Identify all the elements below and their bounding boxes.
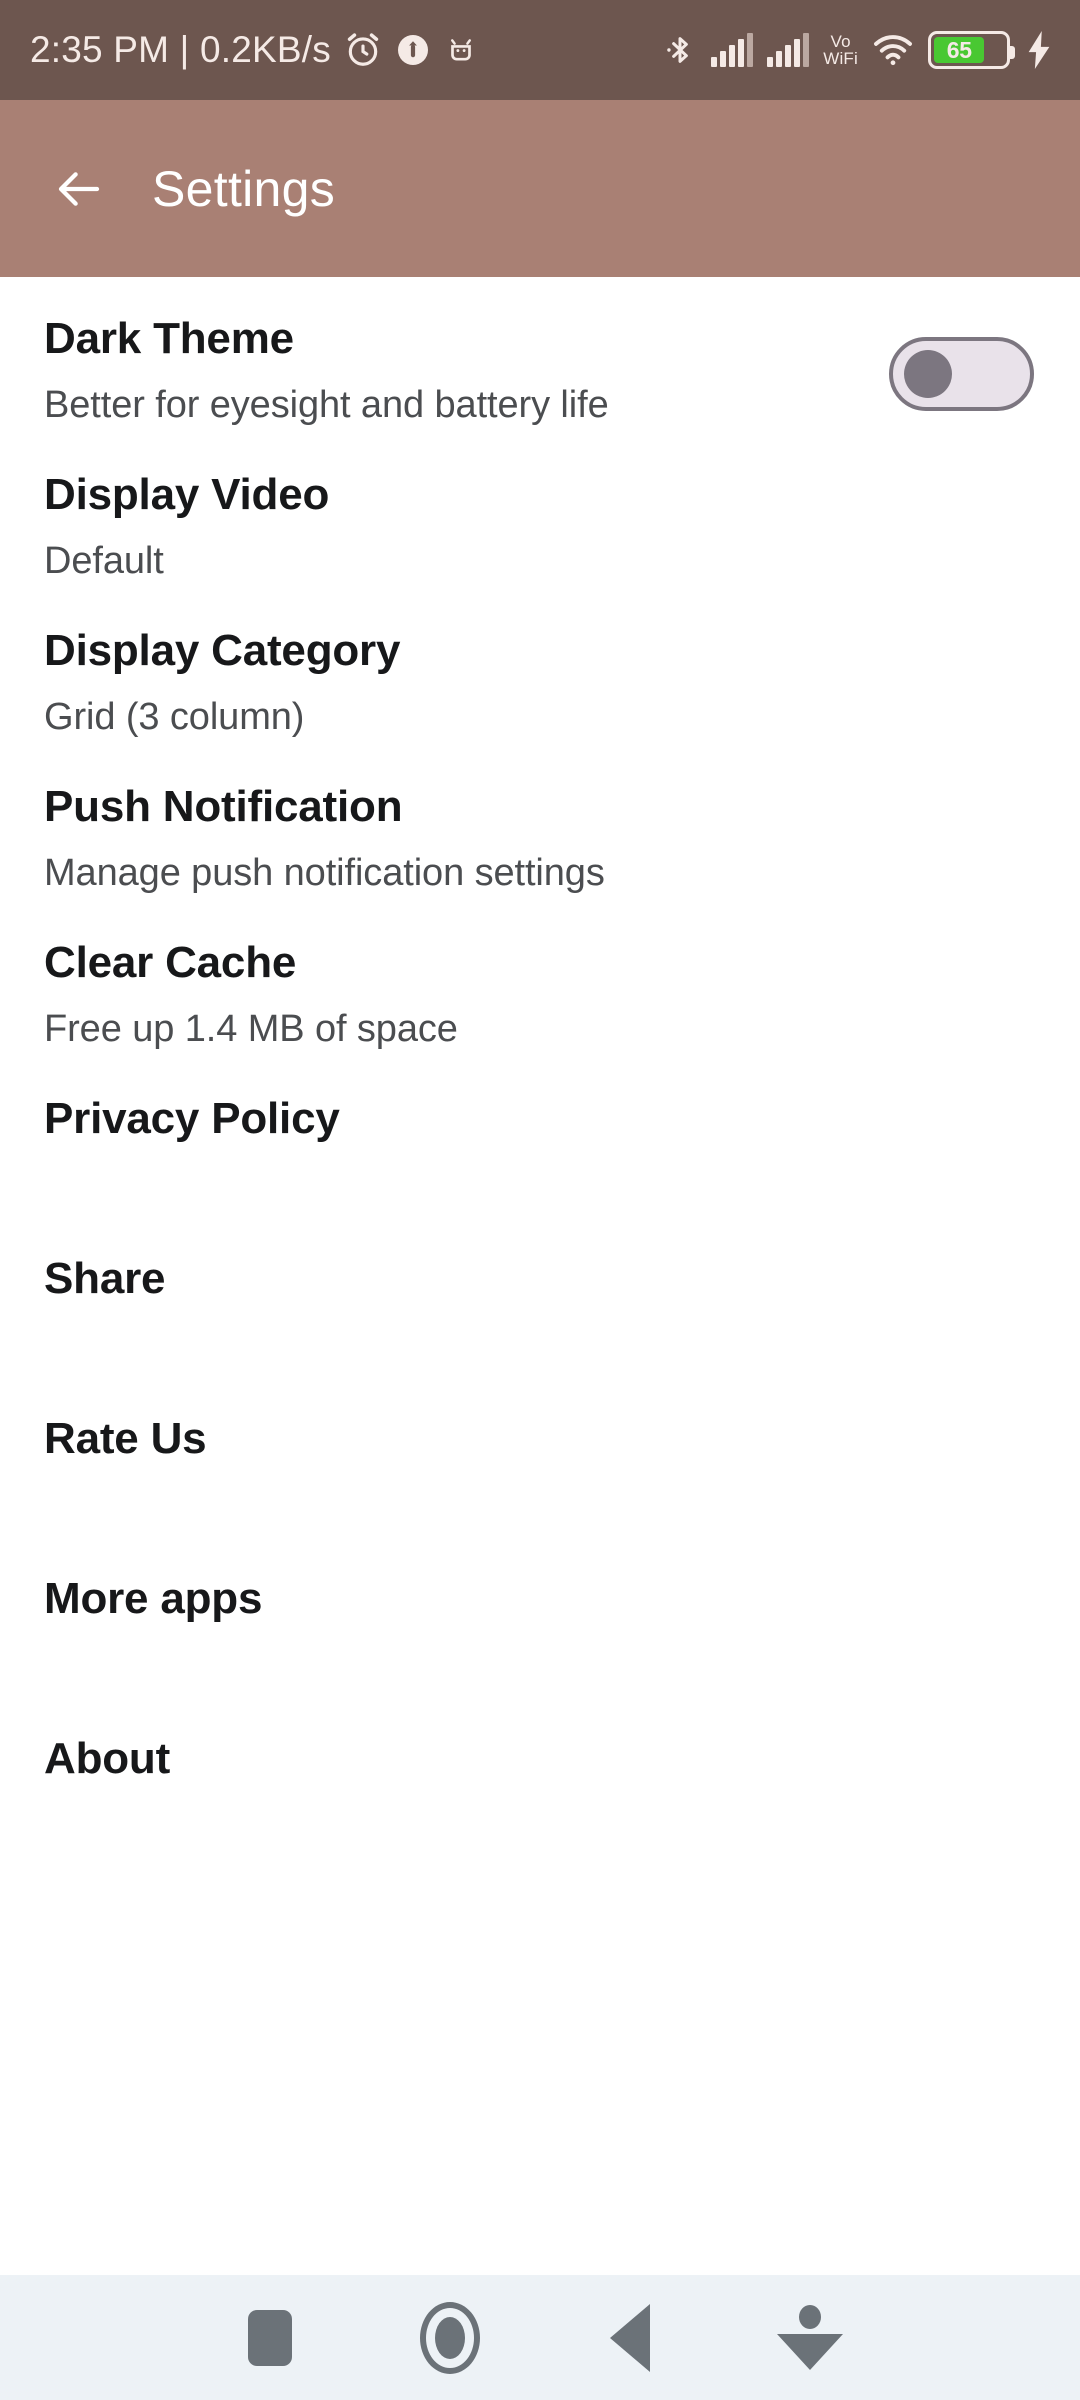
row-subtitle: Manage push notification settings	[44, 852, 605, 894]
setting-row-clear-cache[interactable]: Clear Cache Free up 1.4 MB of space	[0, 901, 1080, 1057]
row-text: Rate Us	[44, 1413, 207, 1465]
battery-fill: 65	[934, 36, 985, 63]
row-text: Push Notification Manage push notificati…	[44, 781, 605, 896]
setting-row-share[interactable]: Share	[0, 1217, 1080, 1377]
status-bar: 2:35 PM | 0.2KB/s Vo WiFi 65	[0, 0, 1080, 100]
recents-button[interactable]	[215, 2283, 325, 2393]
page-title: Settings	[152, 160, 336, 217]
setting-row-display-category[interactable]: Display Category Grid (3 column)	[0, 589, 1080, 745]
phone-screen: 2:35 PM | 0.2KB/s Vo WiFi 65 Settings Da…	[0, 0, 1080, 2400]
row-text: More apps	[44, 1573, 262, 1625]
switch-thumb	[904, 350, 952, 398]
row-title: Display Video	[44, 470, 330, 519]
row-text: Share	[44, 1253, 165, 1305]
row-title: Clear Cache	[44, 938, 297, 987]
setting-row-rate-us[interactable]: Rate Us	[0, 1377, 1080, 1537]
row-title: Push Notification	[44, 782, 403, 831]
status-bar-left: 2:35 PM | 0.2KB/s	[30, 29, 478, 71]
charging-bolt-icon	[1028, 31, 1050, 69]
setting-row-about[interactable]: About	[0, 1697, 1080, 1857]
arrow-left-icon	[58, 171, 100, 206]
back-button[interactable]	[50, 160, 108, 218]
setting-row-display-video[interactable]: Display Video Default	[0, 433, 1080, 589]
dark-theme-switch[interactable]	[889, 337, 1034, 411]
row-title: Dark Theme	[44, 314, 294, 363]
back-triangle-icon	[610, 2303, 650, 2372]
row-text: Clear Cache Free up 1.4 MB of space	[44, 937, 458, 1052]
row-title: About	[44, 1734, 171, 1783]
row-title: Rate Us	[44, 1414, 207, 1463]
home-circle-icon	[420, 2301, 480, 2374]
row-text: Display Category Grid (3 column)	[44, 625, 400, 740]
setting-row-push-notification[interactable]: Push Notification Manage push notificati…	[0, 745, 1080, 901]
hide-keyboard-button[interactable]	[755, 2283, 865, 2393]
settings-list: Dark Theme Better for eyesight and batte…	[0, 277, 1080, 1857]
hide-keyboard-icon	[777, 2305, 843, 2370]
back-nav-button[interactable]	[575, 2283, 685, 2393]
battery-icon: 65	[928, 31, 1015, 69]
setting-row-more-apps[interactable]: More apps	[0, 1537, 1080, 1697]
row-subtitle: Better for eyesight and battery life	[44, 384, 609, 426]
status-bar-right: Vo WiFi 65	[663, 31, 1054, 69]
row-title: More apps	[44, 1574, 263, 1623]
row-subtitle: Default	[44, 540, 164, 582]
setting-row-dark-theme[interactable]: Dark Theme Better for eyesight and batte…	[0, 277, 1080, 433]
status-clock-and-netspeed: 2:35 PM | 0.2KB/s	[30, 29, 331, 70]
wifi-icon	[874, 35, 912, 66]
row-title: Privacy Policy	[44, 1094, 340, 1143]
signal-icon	[711, 33, 754, 67]
row-subtitle: Free up 1.4 MB of space	[44, 1008, 458, 1050]
bluetooth-icon	[667, 37, 689, 63]
row-text: Display Video Default	[44, 469, 329, 584]
recents-square-icon	[248, 2309, 292, 2366]
row-title: Display Category	[44, 626, 401, 675]
vowifi-icon: Vo WiFi	[823, 33, 858, 67]
row-text: About	[44, 1733, 170, 1785]
system-navigation-bar	[0, 2275, 1080, 2400]
do-not-disturb-icon	[397, 35, 428, 65]
app-bar: Settings	[0, 100, 1080, 277]
setting-row-privacy-policy[interactable]: Privacy Policy	[0, 1057, 1080, 1217]
android-debug-icon	[450, 39, 471, 61]
row-text: Dark Theme Better for eyesight and batte…	[44, 313, 609, 428]
row-title: Share	[44, 1254, 166, 1303]
alarm-icon	[347, 33, 379, 66]
row-text: Privacy Policy	[44, 1093, 340, 1145]
signal-icon	[767, 33, 810, 67]
battery-level-label: 65	[946, 36, 972, 63]
home-button[interactable]	[395, 2283, 505, 2393]
vowifi-label-line1: Vo	[830, 32, 851, 51]
vowifi-label-line2: WiFi	[823, 49, 858, 68]
row-subtitle: Grid (3 column)	[44, 696, 305, 738]
